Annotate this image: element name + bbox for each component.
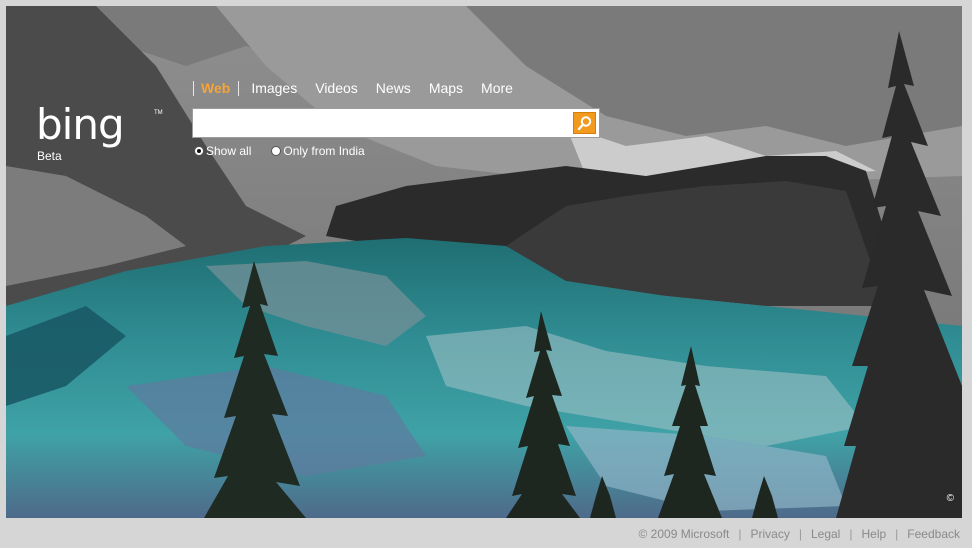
footer-separator: | [798, 527, 802, 541]
logo-wordmark: bing [36, 100, 125, 149]
footer: © 2009 Microsoft | Privacy | Legal | Hel… [639, 527, 961, 541]
scope-nav: Web Images Videos News Maps More [193, 80, 531, 96]
hero-background-image: bing TM Beta Web Images Videos News Maps… [6, 6, 962, 518]
search-filters: Show all Only from India [194, 144, 385, 158]
footer-separator: | [738, 527, 742, 541]
beta-label: Beta [37, 149, 62, 163]
radio-only-india[interactable] [271, 146, 282, 156]
search-box [192, 108, 600, 138]
filter-only-india-label: Only from India [283, 144, 365, 158]
footer-legal-link[interactable]: Legal [811, 527, 840, 541]
scope-news[interactable]: News [376, 80, 411, 96]
footer-help-link[interactable]: Help [861, 527, 886, 541]
footer-copyright: © 2009 Microsoft [638, 527, 730, 541]
bing-homepage: bing TM Beta Web Images Videos News Maps… [0, 0, 972, 548]
image-copyright-icon[interactable]: © [947, 493, 954, 504]
trademark-mark: TM [154, 110, 163, 116]
scope-divider [238, 80, 240, 96]
scope-images[interactable]: Images [251, 80, 297, 96]
search-button[interactable] [573, 112, 596, 134]
footer-separator: | [895, 527, 899, 541]
scope-web[interactable]: Web [201, 80, 230, 96]
scope-divider [193, 80, 194, 96]
magnifier-icon [577, 116, 592, 131]
filter-show-all[interactable]: Show all [194, 144, 251, 158]
scope-maps[interactable]: Maps [429, 80, 463, 96]
footer-feedback-link[interactable]: Feedback [907, 527, 960, 541]
footer-separator: | [849, 527, 853, 541]
footer-privacy-link[interactable]: Privacy [751, 527, 790, 541]
search-input[interactable] [197, 112, 571, 136]
radio-show-all[interactable] [194, 146, 204, 156]
bing-logo[interactable]: bing TM Beta [36, 100, 163, 164]
filter-show-all-label: Show all [206, 144, 252, 158]
filter-only-india[interactable]: Only from India [271, 144, 365, 158]
scope-more[interactable]: More [481, 80, 513, 96]
scope-videos[interactable]: Videos [315, 80, 358, 96]
